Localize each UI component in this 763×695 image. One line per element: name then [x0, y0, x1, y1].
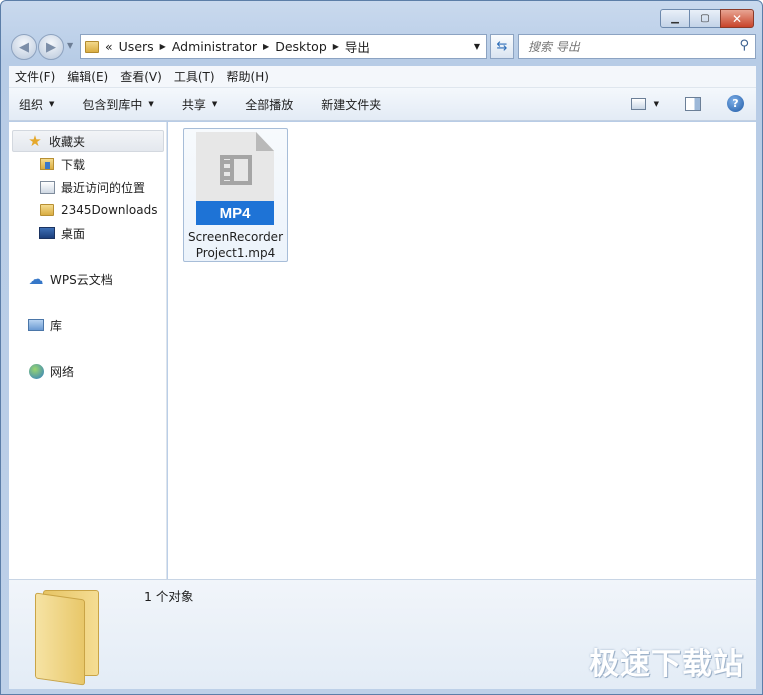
sidebar-item-label: 2345Downloads	[61, 203, 158, 217]
download-folder-icon	[40, 158, 54, 170]
recent-pages-dropdown[interactable]: ▼	[67, 41, 73, 50]
file-name-line2: Project1.mp4	[195, 246, 276, 260]
change-view-icon[interactable]	[630, 97, 646, 110]
sidebar-item-label: 桌面	[61, 226, 86, 241]
navigation-pane: ★ 收藏夹 下载 最近访问的位置 2345Downloads 桌面 ☁ WPS云…	[9, 122, 167, 579]
breadcrumb-desktop[interactable]: Desktop	[275, 39, 327, 54]
sidebar-item-recent-places[interactable]: 最近访问的位置	[39, 176, 145, 198]
sidebar-item-label: 网络	[50, 364, 75, 379]
chevron-right-icon[interactable]: ▶	[160, 42, 166, 51]
navigation-row: ◀ ▶ ▼ « Users ▶ Administrator ▶ Desktop …	[9, 32, 756, 60]
organize-button[interactable]: 组织 ▼	[19, 96, 54, 113]
menu-help[interactable]: 帮助(H)	[227, 68, 269, 85]
chevron-down-icon: ▼	[211, 100, 218, 108]
breadcrumb-export[interactable]: 导出	[345, 37, 370, 56]
breadcrumb-users[interactable]: Users	[119, 39, 154, 54]
watermark: 极速下载站	[589, 647, 744, 682]
sidebar-item-wps-cloud[interactable]: ☁ WPS云文档	[28, 268, 113, 290]
film-icon	[220, 155, 252, 185]
address-dropdown-icon[interactable]: ▼	[474, 42, 480, 51]
maximize-button[interactable]: ▢	[690, 9, 720, 28]
menu-bar: 文件(F) 编辑(E) 查看(V) 工具(T) 帮助(H)	[9, 66, 756, 88]
menu-view[interactable]: 查看(V)	[120, 68, 162, 85]
share-label: 共享	[181, 97, 206, 112]
sidebar-item-label: 库	[50, 318, 63, 333]
chevron-right-icon[interactable]: ▶	[333, 42, 339, 51]
search-box[interactable]: ⚲	[518, 34, 756, 59]
chevron-down-icon[interactable]: ▼	[654, 100, 659, 108]
chevron-down-icon: ▼	[148, 100, 154, 108]
item-count: 1 个对象	[144, 589, 194, 604]
menu-file[interactable]: 文件(F)	[15, 68, 55, 85]
menu-tools[interactable]: 工具(T)	[174, 68, 215, 85]
help-icon[interactable]: ?	[727, 95, 744, 112]
sidebar-item-downloads[interactable]: 下载	[39, 153, 85, 175]
caption-buttons: ▁ ▢ ✕	[660, 9, 754, 28]
recent-places-icon	[39, 180, 55, 194]
minimize-button[interactable]: ▁	[660, 9, 690, 28]
organize-label: 组织	[19, 97, 44, 112]
breadcrumb-administrator[interactable]: Administrator	[172, 39, 257, 54]
sidebar-item-label: 最近访问的位置	[61, 180, 146, 195]
sidebar-item-label: 下载	[61, 157, 86, 172]
folder-icon	[35, 590, 99, 686]
address-bar[interactable]: « Users ▶ Administrator ▶ Desktop ▶ 导出 ▼	[80, 34, 487, 59]
sidebar-item-label: WPS云文档	[50, 272, 113, 287]
back-arrow-icon[interactable]: ◀	[11, 34, 37, 60]
preview-pane-icon[interactable]	[685, 96, 701, 111]
cloud-icon: ☁	[28, 270, 44, 288]
file-item[interactable]: MP4 ScreenRecorder Project1.mp4	[183, 128, 288, 262]
file-list-area[interactable]: MP4 ScreenRecorder Project1.mp4	[168, 122, 756, 579]
include-label: 包含到库中	[82, 97, 143, 112]
refresh-icon[interactable]: ⇆	[490, 34, 514, 59]
command-bar: 组织 ▼ 包含到库中 ▼ 共享 ▼ 全部播放 新建文件夹 ▼ ?	[9, 88, 756, 121]
play-all-label: 全部播放	[245, 97, 294, 112]
star-icon: ★	[28, 132, 42, 150]
search-input[interactable]	[528, 39, 728, 54]
sidebar-item-favorites[interactable]: ★ 收藏夹	[12, 130, 164, 152]
play-all-button[interactable]: 全部播放	[245, 96, 293, 113]
sidebar-item-network[interactable]: 网络	[28, 360, 74, 382]
magnifier-icon[interactable]: ⚲	[739, 38, 749, 53]
new-folder-button[interactable]: 新建文件夹	[321, 96, 381, 113]
sidebar-item-desktop[interactable]: 桌面	[39, 222, 85, 244]
folder-icon	[85, 40, 99, 53]
file-name: ScreenRecorder Project1.mp4	[184, 229, 287, 261]
forward-arrow-icon[interactable]: ▶	[38, 34, 64, 60]
network-icon	[28, 363, 44, 379]
sidebar-item-2345downloads[interactable]: 2345Downloads	[39, 199, 157, 221]
breadcrumb-overflow[interactable]: «	[105, 39, 113, 54]
folder-icon	[40, 204, 54, 216]
desktop-icon	[39, 227, 55, 239]
library-icon	[28, 319, 44, 331]
menu-edit[interactable]: 编辑(E)	[67, 68, 108, 85]
sidebar-item-libraries[interactable]: 库	[28, 314, 62, 336]
sidebar-item-label: 收藏夹	[49, 134, 86, 149]
file-type-badge: MP4	[196, 201, 274, 225]
explorer-window: ▁ ▢ ✕ ◀ ▶ ▼ « Users ▶ Administrator ▶ De…	[0, 0, 763, 695]
share-button[interactable]: 共享 ▼	[182, 96, 217, 113]
file-name-line1: ScreenRecorder	[187, 230, 284, 244]
close-button[interactable]: ✕	[720, 9, 754, 28]
chevron-right-icon[interactable]: ▶	[263, 42, 269, 51]
view-controls: ▼ ?	[630, 95, 744, 112]
new-folder-label: 新建文件夹	[321, 97, 382, 112]
details-pane: 1 个对象 极速下载站	[9, 579, 756, 689]
chevron-down-icon: ▼	[49, 100, 55, 108]
include-in-library-button[interactable]: 包含到库中 ▼	[82, 96, 153, 113]
